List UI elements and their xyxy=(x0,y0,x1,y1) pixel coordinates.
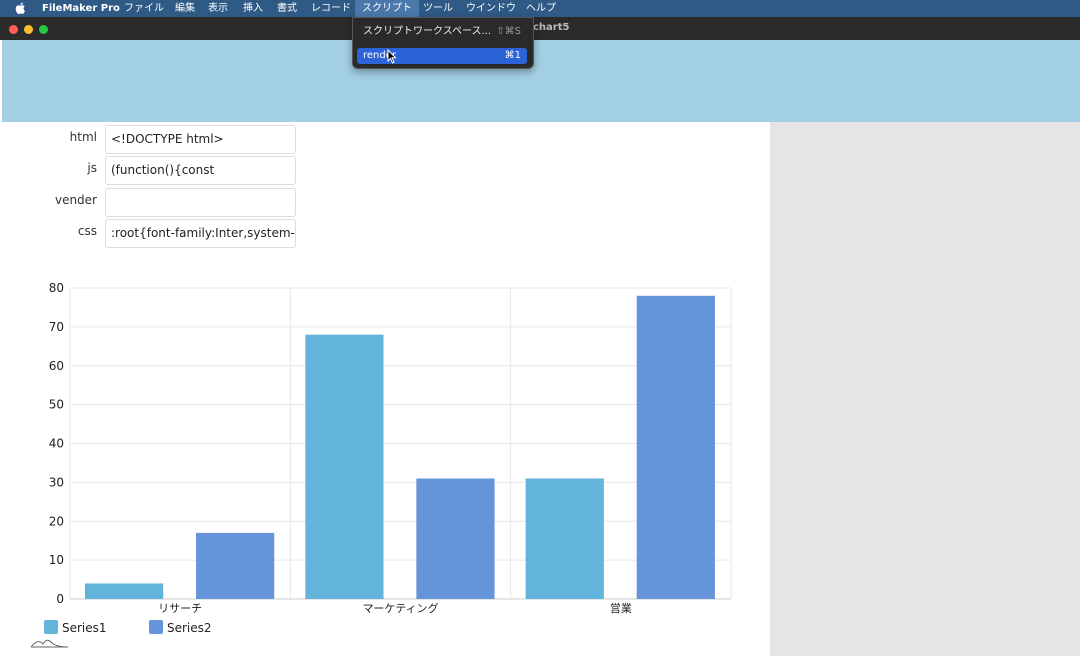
legend-swatch-series2 xyxy=(149,620,163,634)
mouse-pointer-icon xyxy=(387,49,397,64)
menu-item-script-workspace[interactable]: スクリプトワークスペース... ⇧⌘S xyxy=(357,24,527,40)
layout-header xyxy=(2,40,1080,122)
x-tick-label: 営業 xyxy=(610,601,632,615)
bar-series1-2 xyxy=(525,478,604,599)
y-tick-label: 60 xyxy=(49,359,64,373)
menu-view[interactable]: 表示 xyxy=(201,0,235,17)
js-field[interactable]: (function(){const xyxy=(105,156,296,185)
field-label-vender: vender xyxy=(54,193,97,207)
menu-records[interactable]: レコード xyxy=(304,0,358,17)
menu-item-script-workspace-shortcut: ⇧⌘S xyxy=(496,26,521,37)
legend-swatch-series1 xyxy=(44,620,58,634)
field-label-css: css xyxy=(77,224,97,238)
menu-edit[interactable]: 編集 xyxy=(168,0,202,17)
menu-scripts[interactable]: スクリプト xyxy=(355,0,419,17)
menu-item-script-workspace-label: スクリプトワークスペース... xyxy=(363,26,492,37)
menu-bar: FileMaker Pro ファイル 編集 表示 挿入 書式 レコード スクリプ… xyxy=(0,0,1080,17)
html-field[interactable]: <!DOCTYPE html> xyxy=(105,125,296,154)
y-tick-label: 20 xyxy=(49,514,64,528)
menu-insert[interactable]: 挿入 xyxy=(236,0,270,17)
menu-item-render-shortcut: ⌘1 xyxy=(504,50,521,61)
menu-file[interactable]: ファイル xyxy=(117,0,171,17)
legend-label-series2: Series2 xyxy=(167,621,212,635)
minimize-window-button[interactable] xyxy=(24,25,33,34)
apple-icon[interactable] xyxy=(14,1,28,15)
menu-app-name[interactable]: FileMaker Pro xyxy=(35,0,127,17)
scripts-menu-dropdown: スクリプトワークスペース... ⇧⌘S render ⌘1 xyxy=(352,17,534,69)
bar-series2-2 xyxy=(636,295,715,599)
legend-label-series1: Series1 xyxy=(62,621,107,635)
bar-series2-0 xyxy=(196,532,275,599)
bar-series1-0 xyxy=(84,583,164,599)
vender-field[interactable] xyxy=(105,188,296,217)
chart-logo-icon xyxy=(30,639,69,648)
y-tick-label: 30 xyxy=(49,475,64,489)
y-tick-label: 10 xyxy=(49,553,64,567)
x-tick-label: マーケティング xyxy=(362,601,438,615)
y-tick-label: 50 xyxy=(49,398,64,412)
y-tick-label: 80 xyxy=(49,281,64,295)
legend-series2[interactable]: Series2 xyxy=(149,620,212,635)
menu-help[interactable]: ヘルプ xyxy=(519,0,563,17)
y-tick-label: 40 xyxy=(49,437,64,451)
window-title: chart5 xyxy=(533,22,570,33)
zoom-window-button[interactable] xyxy=(39,25,48,34)
bar-chart: 0 10 20 30 40 50 60 70 80 リサーチ マーケティング 営業 xyxy=(49,281,732,615)
field-label-js: js xyxy=(87,161,97,175)
layout-outside-area xyxy=(770,122,1080,656)
css-field[interactable]: :root{font-family:Inter,system- xyxy=(105,219,296,248)
menu-item-render[interactable]: render ⌘1 xyxy=(357,48,527,64)
legend-series1[interactable]: Series1 xyxy=(44,620,107,635)
x-tick-label: リサーチ xyxy=(158,602,202,615)
close-window-button[interactable] xyxy=(9,25,18,34)
menu-window[interactable]: ウインドウ xyxy=(459,0,523,17)
field-label-html: html xyxy=(69,130,97,144)
y-tick-label: 70 xyxy=(49,320,64,334)
menu-format[interactable]: 書式 xyxy=(270,0,304,17)
y-tick-label: 0 xyxy=(56,592,64,606)
bar-series2-1 xyxy=(416,478,495,599)
bar-series1-1 xyxy=(305,334,384,599)
menu-tools[interactable]: ツール xyxy=(416,0,460,17)
